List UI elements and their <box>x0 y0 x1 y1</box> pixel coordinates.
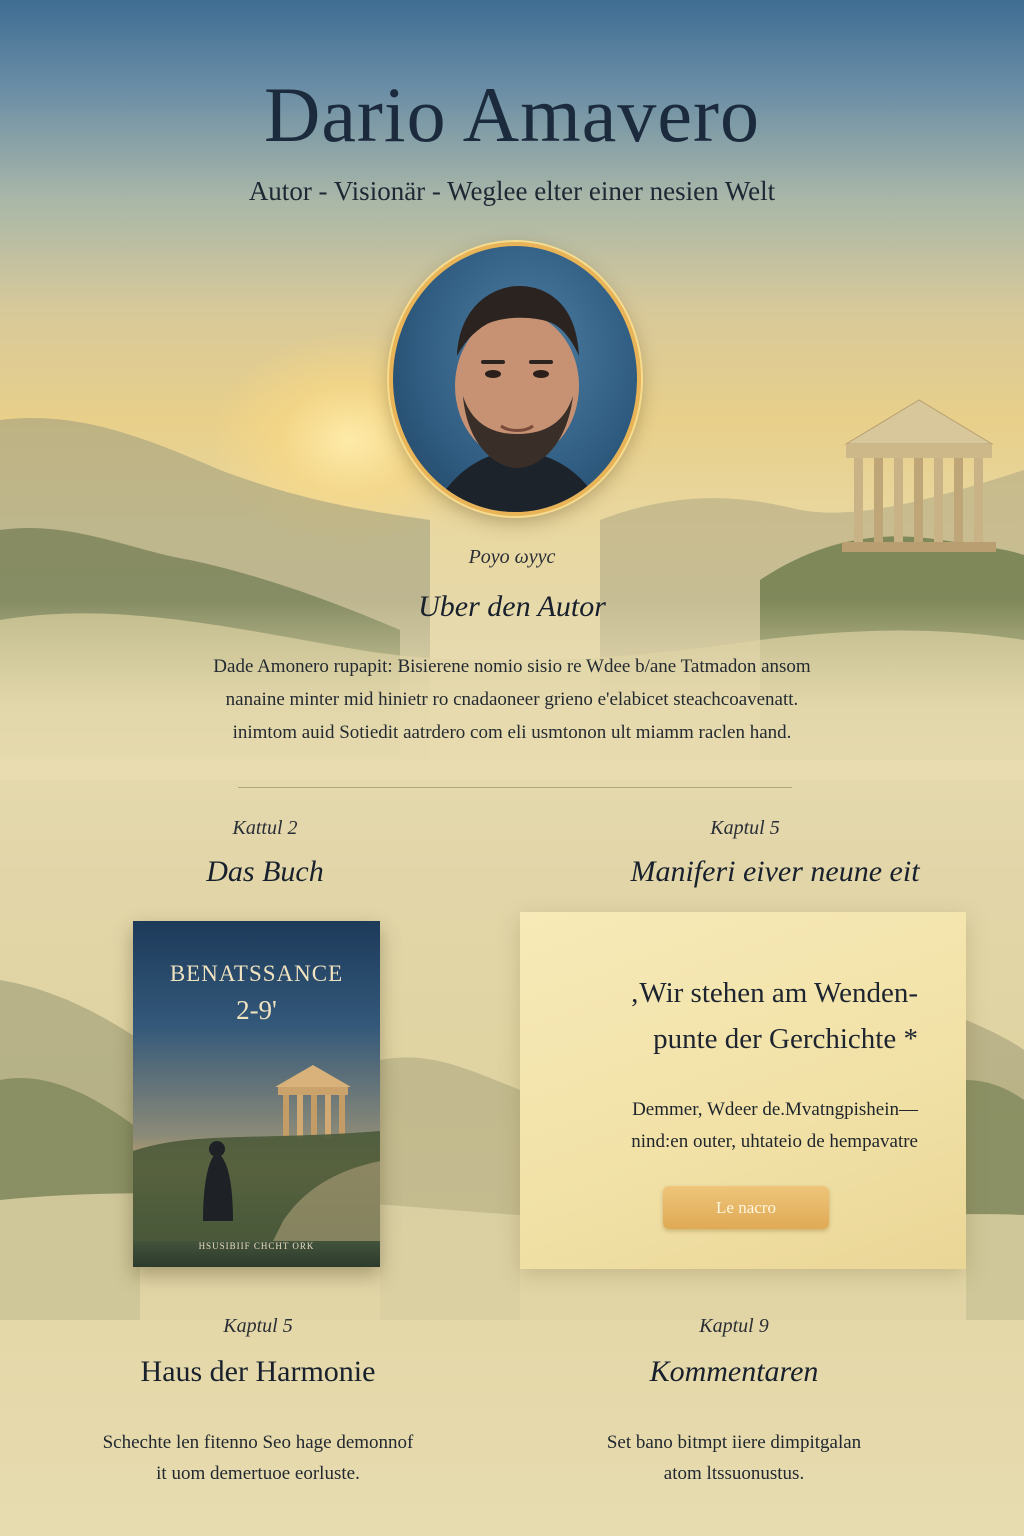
harmony-text: Schechte len fitenno Seo hage demonnof i… <box>40 1427 476 1489</box>
comments-heading: Kommentaren <box>649 1355 819 1388</box>
book-cover-subtitle: 2-9' <box>236 995 277 1025</box>
quote-line: punte der Gerchichte * <box>653 1023 918 1055</box>
book-cover-footer: HSUSIBIIF CHCHT ORK <box>198 1241 315 1251</box>
author-portrait <box>389 242 641 516</box>
comments-text-line: Set bano bitmpt iiere dimpitgalan <box>606 1432 862 1453</box>
harmony-text-line: it uom demertuoe eorluste. <box>156 1463 360 1484</box>
temple-illustration <box>842 399 996 552</box>
book-heading: Das Buch <box>206 855 324 888</box>
book-cover[interactable]: BENATSSANCE 2-9' HSUSIBIIF CHCHT ORK <box>133 921 380 1267</box>
about-text: Dade Amonero rupapit: Bisierene nomio si… <box>140 650 884 749</box>
page-title: Dario Amavero <box>263 71 760 158</box>
book-kicker: Kattul 2 <box>232 817 298 839</box>
comments-text: Set bano bitmpt iiere dimpitgalan atom l… <box>520 1427 948 1489</box>
about-heading: Uber den Autor <box>418 590 606 623</box>
manifest-card: ‚Wir stehen am Wenden- punte der Gerchic… <box>520 912 966 1269</box>
manifest-text-line: Demmer, Wdeer de.Mvatngpishein— <box>632 1099 918 1120</box>
harmony-text-line: Schechte len fitenno Seo hage demonnof <box>102 1432 414 1453</box>
book-cover-title: BENATSSANCE <box>169 961 344 986</box>
manifest-text-line: nind:en outer, uhtateio de hempavatre <box>631 1131 918 1152</box>
section-divider <box>238 787 792 788</box>
manifest-kicker: Kaptul 5 <box>710 817 780 839</box>
comments-kicker: Kaptul 9 <box>699 1315 769 1337</box>
read-more-button[interactable]: Le nacro <box>663 1186 829 1229</box>
about-line: Dade Amonero rupapit: Bisierene nomio si… <box>213 656 811 677</box>
about-line: nanaine minter mid hinietr ro cnadaoneer… <box>225 689 799 710</box>
quote-line: ‚Wir stehen am Wenden- <box>629 977 918 1009</box>
manifest-quote: ‚Wir stehen am Wenden- punte der Gerchic… <box>538 970 918 1062</box>
book-cover-art <box>133 1065 380 1241</box>
about-kicker: Poyo ωyyc <box>468 546 556 568</box>
comments-text-line: atom ltssuonustus. <box>663 1463 805 1484</box>
author-avatar <box>433 286 603 512</box>
manifest-text: Demmer, Wdeer de.Mvatngpishein— nind:en … <box>528 1094 918 1158</box>
page-subtitle: Autor - Visionär - Weglee elter einer ne… <box>248 176 776 206</box>
harmony-heading: Haus der Harmonie <box>140 1355 376 1388</box>
harmony-kicker: Kaptul 5 <box>223 1315 293 1337</box>
manifest-heading: Maniferi eiver neune eit <box>630 855 920 888</box>
about-line: inimtom auid Sotiedit aatrdero com eli u… <box>232 722 792 743</box>
